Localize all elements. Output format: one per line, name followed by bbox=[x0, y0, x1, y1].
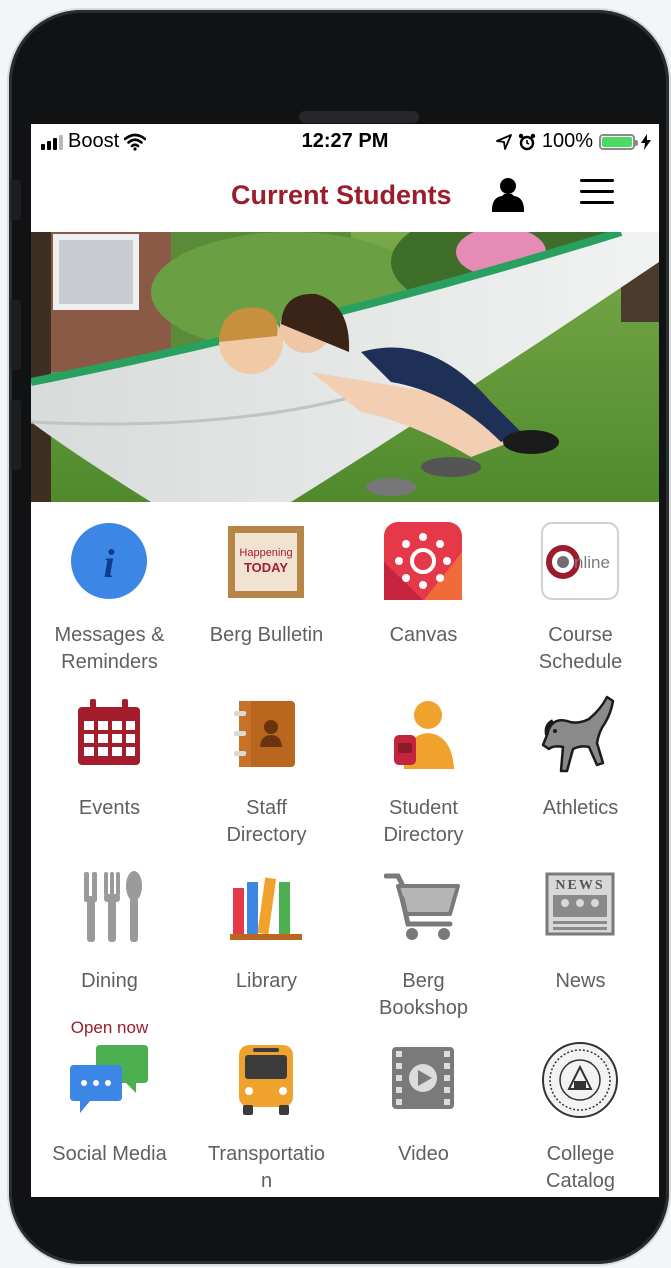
bulletin-text-today: TODAY bbox=[244, 560, 288, 575]
tile-events[interactable]: Events bbox=[31, 675, 188, 848]
volume-up-button bbox=[11, 300, 21, 370]
tile-label: News bbox=[555, 970, 606, 992]
bulletin-text-happening: Happening bbox=[239, 547, 292, 559]
volume-down-button bbox=[11, 400, 21, 470]
tile-library[interactable]: Library bbox=[188, 848, 345, 1021]
chat-bubbles-icon bbox=[70, 1045, 148, 1113]
tile-canvas[interactable]: Canvas bbox=[345, 502, 502, 675]
tile-staff-directory[interactable]: Staff Directory bbox=[188, 675, 345, 848]
tile-label: Course bbox=[548, 624, 613, 646]
info-icon: i bbox=[71, 523, 147, 599]
hero-image bbox=[31, 232, 659, 502]
newspaper-masthead: NEWS bbox=[555, 878, 604, 893]
tile-label-line2: Reminders bbox=[61, 651, 158, 673]
tile-label: Video bbox=[398, 1143, 449, 1165]
battery-icon bbox=[599, 133, 638, 150]
tile-label-line2: Schedule bbox=[538, 651, 623, 673]
tile-label-line2: Bookshop bbox=[379, 997, 468, 1019]
student-backpack-icon bbox=[394, 701, 454, 769]
tile-label: Events bbox=[78, 797, 141, 819]
tile-label: College bbox=[546, 1143, 615, 1165]
tile-label: Transportatio bbox=[207, 1143, 326, 1165]
online-course-icon: nline bbox=[541, 522, 619, 600]
tile-social-media[interactable]: Social Media bbox=[31, 1021, 188, 1194]
battery-percent: 100% bbox=[541, 130, 593, 152]
tile-berg-bookshop[interactable]: Berg Bookshop bbox=[345, 848, 502, 1021]
tile-label: Messages & bbox=[54, 624, 165, 646]
newspaper-icon: NEWS bbox=[545, 872, 615, 936]
canvas-icon bbox=[384, 522, 462, 600]
tile-athletics[interactable]: Athletics bbox=[502, 675, 659, 848]
tile-label: Canvas bbox=[389, 624, 458, 646]
charging-bolt-icon bbox=[641, 133, 651, 150]
status-bar: Boost 12:27 PM 100% bbox=[31, 124, 659, 162]
app-grid: i Messages & Reminders Happening TODAY B… bbox=[31, 502, 659, 1197]
bus-icon bbox=[239, 1045, 293, 1115]
mute-switch bbox=[11, 180, 21, 220]
tile-label: Dining bbox=[81, 970, 138, 992]
tile-messages-reminders[interactable]: i Messages & Reminders bbox=[31, 502, 188, 675]
bucking-horse-mascot-icon bbox=[541, 695, 615, 773]
tile-label: Athletics bbox=[542, 797, 619, 819]
tile-college-catalog[interactable]: College Catalog bbox=[502, 1021, 659, 1194]
college-seal-icon bbox=[542, 1042, 618, 1118]
books-icon bbox=[230, 877, 302, 940]
app-screen: Boost 12:27 PM 100% Current Students i M… bbox=[31, 124, 659, 1197]
tile-berg-bulletin[interactable]: Happening TODAY Berg Bulletin bbox=[188, 502, 345, 675]
user-icon[interactable] bbox=[491, 176, 525, 212]
bulletin-board-icon: Happening TODAY bbox=[228, 526, 304, 598]
tile-label-line2: Catalog bbox=[546, 1170, 615, 1192]
app-header: Current Students bbox=[31, 162, 659, 232]
tile-label: Social Media bbox=[52, 1143, 167, 1165]
hamburger-menu-icon[interactable] bbox=[580, 179, 614, 209]
tile-label: Student bbox=[389, 797, 458, 819]
calendar-icon bbox=[78, 699, 140, 765]
location-arrow-icon bbox=[495, 133, 512, 150]
tile-transportation[interactable]: Transportatio n bbox=[188, 1021, 345, 1194]
tile-label: Berg Bulletin bbox=[209, 624, 324, 646]
tile-label: Berg bbox=[402, 970, 445, 992]
utensils-icon bbox=[84, 871, 142, 942]
tile-dining[interactable]: Dining Open now bbox=[31, 848, 188, 1037]
address-book-icon bbox=[234, 701, 295, 767]
tile-label: Library bbox=[235, 970, 298, 992]
tile-student-directory[interactable]: Student Directory bbox=[345, 675, 502, 848]
tile-label-line2: Directory bbox=[226, 824, 307, 846]
tile-label-line2: Directory bbox=[383, 824, 464, 846]
tile-news[interactable]: NEWS News bbox=[502, 848, 659, 1021]
tile-label: Staff bbox=[246, 797, 287, 819]
tile-course-schedule[interactable]: nline Course Schedule bbox=[502, 502, 659, 675]
earpiece-speaker bbox=[299, 111, 419, 123]
svg-text:i: i bbox=[103, 541, 114, 586]
alarm-clock-icon bbox=[518, 133, 536, 150]
video-film-icon bbox=[392, 1047, 454, 1109]
page-title: Current Students bbox=[231, 180, 452, 210]
tile-label-line2: n bbox=[260, 1170, 273, 1192]
online-logo-text: nline bbox=[574, 553, 610, 572]
shopping-cart-icon bbox=[384, 873, 460, 940]
tile-video[interactable]: Video bbox=[345, 1021, 502, 1194]
